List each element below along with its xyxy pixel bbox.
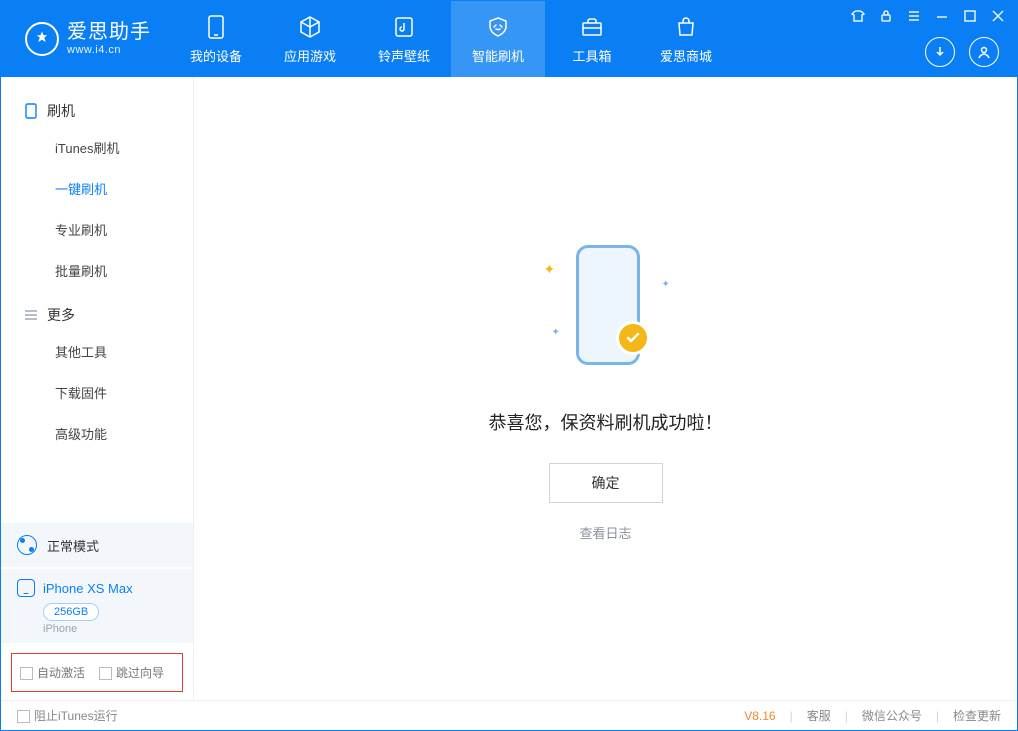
sidebar-item-download-firmware[interactable]: 下载固件 (1, 372, 193, 413)
tab-label: 铃声壁纸 (378, 46, 430, 65)
music-icon (391, 14, 417, 40)
view-log-link[interactable]: 查看日志 (579, 523, 631, 542)
tab-my-device[interactable]: 我的设备 (169, 1, 263, 77)
logo-icon (25, 22, 59, 56)
user-account-button[interactable] (969, 37, 999, 67)
status-bar: 阻止iTunes运行 V8.16 | 客服 | 微信公众号 | 检查更新 (1, 700, 1017, 730)
device-icon (203, 14, 229, 40)
footer-link-update[interactable]: 检查更新 (953, 707, 1001, 724)
device-name: iPhone XS Max (43, 581, 133, 596)
tab-smart-flash[interactable]: 智能刷机 (451, 1, 545, 77)
sparkle-icon: ✦ (544, 261, 556, 278)
device-small-icon (17, 579, 35, 597)
sidebar-item-itunes-flash[interactable]: iTunes刷机 (1, 127, 193, 168)
tab-ringtones-wallpapers[interactable]: 铃声壁纸 (357, 1, 451, 77)
tab-toolbox[interactable]: 工具箱 (545, 1, 639, 77)
version-label: V8.16 (744, 709, 775, 723)
sparkle-icon: ✦ (662, 279, 670, 290)
section-label: 刷机 (47, 101, 75, 121)
app-logo: 爱思助手 www.i4.cn (1, 1, 169, 77)
minimize-button[interactable] (933, 7, 951, 25)
window-controls (849, 7, 1007, 25)
app-body: 刷机 iTunes刷机 一键刷机 专业刷机 批量刷机 更多 其他工具 下载固件 … (1, 77, 1017, 700)
tab-apps-games[interactable]: 应用游戏 (263, 1, 357, 77)
maximize-button[interactable] (961, 7, 979, 25)
sidebar-item-other-tools[interactable]: 其他工具 (1, 331, 193, 372)
sparkle-icon: ✦ (552, 327, 560, 338)
status-message: 恭喜您，保资料刷机成功啦！ (489, 409, 723, 435)
lock-icon[interactable] (877, 7, 895, 25)
list-icon (23, 307, 39, 323)
checkbox-block-itunes[interactable]: 阻止iTunes运行 (17, 707, 118, 724)
mode-indicator[interactable]: 正常模式 (1, 523, 193, 567)
app-header: 爱思助手 www.i4.cn 我的设备 应用游戏 铃声壁纸 智能刷机 工具箱 爱… (1, 1, 1017, 77)
device-type: iPhone (43, 623, 177, 635)
check-badge-icon (616, 321, 650, 355)
main-tabs: 我的设备 应用游戏 铃声壁纸 智能刷机 工具箱 爱思商城 (169, 1, 733, 77)
mode-label: 正常模式 (47, 536, 99, 555)
success-illustration: ✦ ✦ ✦ (516, 235, 696, 385)
shield-icon (485, 14, 511, 40)
footer-link-wechat[interactable]: 微信公众号 (862, 707, 922, 724)
toolbox-icon (579, 14, 605, 40)
app-subtitle: www.i4.cn (67, 44, 151, 57)
tab-label: 我的设备 (190, 46, 242, 65)
tab-label: 智能刷机 (472, 46, 524, 65)
cube-icon (297, 14, 323, 40)
sidebar-section-more: 更多 (1, 291, 193, 331)
checkbox-auto-activate[interactable]: 自动激活 (20, 664, 85, 681)
device-storage-badge: 256GB (43, 603, 99, 621)
store-icon (673, 14, 699, 40)
footer-link-support[interactable]: 客服 (807, 707, 831, 724)
flash-options-highlight: 自动激活 跳过向导 (11, 653, 183, 692)
sidebar-item-advanced[interactable]: 高级功能 (1, 413, 193, 454)
menu-icon[interactable] (905, 7, 923, 25)
tab-label: 应用游戏 (284, 46, 336, 65)
app-title: 爱思助手 (67, 21, 151, 44)
download-button[interactable] (925, 37, 955, 67)
device-info[interactable]: iPhone XS Max 256GB iPhone (1, 569, 193, 643)
tshirt-icon[interactable] (849, 7, 867, 25)
tab-label: 工具箱 (572, 46, 611, 65)
sidebar-section-flash: 刷机 (1, 87, 193, 127)
checkbox-skip-guide[interactable]: 跳过向导 (99, 664, 164, 681)
sidebar-item-batch-flash[interactable]: 批量刷机 (1, 250, 193, 291)
section-label: 更多 (47, 305, 75, 325)
sidebar-item-oneclick-flash[interactable]: 一键刷机 (1, 168, 193, 209)
main-content: ✦ ✦ ✦ 恭喜您，保资料刷机成功啦！ 确定 查看日志 (194, 77, 1017, 700)
mode-icon (17, 535, 37, 555)
sidebar: 刷机 iTunes刷机 一键刷机 专业刷机 批量刷机 更多 其他工具 下载固件 … (1, 77, 194, 700)
close-button[interactable] (989, 7, 1007, 25)
header-actions (925, 37, 999, 67)
phone-outline-icon (23, 103, 39, 119)
sidebar-item-pro-flash[interactable]: 专业刷机 (1, 209, 193, 250)
tab-store[interactable]: 爱思商城 (639, 1, 733, 77)
ok-button[interactable]: 确定 (549, 463, 663, 503)
tab-label: 爱思商城 (660, 46, 712, 65)
